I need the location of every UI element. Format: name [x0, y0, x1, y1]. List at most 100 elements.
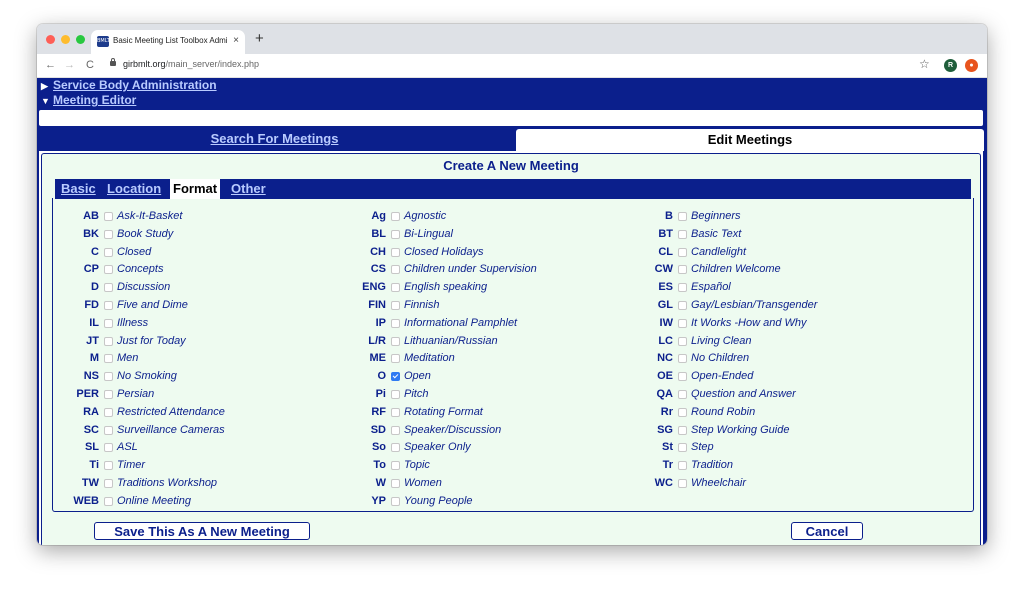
format-item[interactable]: TW Traditions Workshop	[63, 475, 343, 492]
format-item[interactable]: CH Closed Holidays	[350, 244, 630, 261]
format-item[interactable]: IW It Works -How and Why	[637, 315, 917, 332]
format-checkbox[interactable]	[104, 265, 113, 275]
format-checkbox[interactable]	[104, 283, 113, 293]
format-item[interactable]: JT Just for Today	[63, 333, 343, 350]
format-item[interactable]: WEB Online Meeting	[63, 493, 343, 510]
format-item[interactable]: So Speaker Only	[350, 439, 630, 456]
format-checkbox[interactable]	[678, 301, 687, 310]
format-checkbox[interactable]	[391, 479, 400, 488]
format-item[interactable]: CS Children under Supervision	[350, 261, 630, 278]
format-item[interactable]: BL Bi-Lingual	[350, 226, 630, 243]
format-item[interactable]: M Men	[63, 350, 343, 367]
format-item[interactable]: O Open	[350, 368, 630, 385]
format-item[interactable]: ENG English speaking	[350, 279, 630, 296]
format-checkbox[interactable]	[391, 212, 400, 221]
format-checkbox[interactable]	[104, 318, 113, 328]
format-checkbox[interactable]	[391, 425, 400, 435]
format-checkbox[interactable]	[104, 247, 113, 257]
format-checkbox[interactable]	[678, 247, 687, 257]
format-checkbox[interactable]	[678, 336, 687, 346]
format-item[interactable]: NS No Smoking	[63, 368, 343, 385]
meeting-editor-link[interactable]: ▼ Meeting Editor	[41, 93, 136, 107]
format-item[interactable]: SL ASL	[63, 439, 343, 456]
format-checkbox[interactable]	[104, 479, 113, 488]
format-checkbox[interactable]	[104, 425, 113, 435]
format-item[interactable]: SG Step Working Guide	[637, 422, 917, 439]
format-checkbox[interactable]	[678, 212, 687, 221]
service-body-admin-link[interactable]: ▶ Service Body Administration	[41, 78, 217, 92]
zoom-window-button[interactable]	[76, 35, 85, 44]
format-checkbox[interactable]	[104, 229, 113, 239]
format-checkbox[interactable]	[391, 496, 400, 506]
format-item[interactable]: BK Book Study	[63, 226, 343, 243]
close-tab-icon[interactable]: ×	[233, 35, 239, 47]
format-item[interactable]: IL Illness	[63, 315, 343, 332]
subtab-format[interactable]: Format	[170, 179, 221, 199]
format-checkbox[interactable]	[391, 461, 400, 471]
format-checkbox[interactable]	[678, 443, 687, 453]
format-item[interactable]: W Women	[350, 475, 630, 492]
format-checkbox[interactable]	[391, 372, 400, 382]
format-item[interactable]: CW Children Welcome	[637, 261, 917, 278]
format-item[interactable]: D Discussion	[63, 279, 343, 296]
format-checkbox[interactable]	[104, 461, 113, 471]
tab-edit-meetings[interactable]: Edit Meetings	[516, 129, 984, 151]
bookmark-star-icon[interactable]: ☆	[919, 57, 930, 71]
format-item[interactable]: To Topic	[350, 457, 630, 474]
format-checkbox[interactable]	[391, 354, 400, 364]
format-checkbox[interactable]	[104, 336, 113, 346]
minimize-window-button[interactable]	[61, 35, 70, 44]
subtab-other[interactable]: Other	[231, 179, 266, 199]
format-checkbox[interactable]	[104, 407, 113, 417]
format-checkbox[interactable]	[678, 318, 687, 328]
format-checkbox[interactable]	[391, 283, 400, 293]
format-item[interactable]: SD Speaker/Discussion	[350, 422, 630, 439]
format-item[interactable]: ES Español	[637, 279, 917, 296]
format-checkbox[interactable]	[391, 265, 400, 275]
cancel-button[interactable]: Cancel	[791, 522, 863, 540]
format-item[interactable]: B Beginners	[637, 208, 917, 225]
format-item[interactable]: QA Question and Answer	[637, 386, 917, 403]
format-item[interactable]: NC No Children	[637, 350, 917, 367]
format-item[interactable]: Ti Timer	[63, 457, 343, 474]
reload-icon[interactable]: C	[86, 58, 94, 72]
format-checkbox[interactable]	[104, 443, 113, 453]
lock-icon[interactable]	[110, 58, 116, 66]
format-checkbox[interactable]	[391, 247, 400, 257]
format-item[interactable]: PER Persian	[63, 386, 343, 403]
format-checkbox[interactable]	[678, 425, 687, 435]
format-item[interactable]: FD Five and Dime	[63, 297, 343, 314]
profile-avatar[interactable]: R	[944, 59, 957, 72]
format-checkbox[interactable]	[104, 301, 113, 310]
format-item[interactable]: St Step	[637, 439, 917, 456]
back-arrow-icon[interactable]: ←	[45, 58, 56, 72]
format-checkbox[interactable]	[678, 407, 687, 417]
format-item[interactable]: L/R Lithuanian/Russian	[350, 333, 630, 350]
address-bar[interactable]: girbmlt.org/main_server/index.php	[123, 59, 259, 69]
format-checkbox[interactable]	[678, 283, 687, 293]
format-item[interactable]: YP Young People	[350, 493, 630, 510]
new-tab-button[interactable]: +	[255, 31, 264, 47]
format-item[interactable]: AB Ask-It-Basket	[63, 208, 343, 225]
format-checkbox[interactable]	[391, 443, 400, 453]
format-item[interactable]: CL Candlelight	[637, 244, 917, 261]
format-checkbox[interactable]	[104, 390, 113, 399]
format-item[interactable]: Rr Round Robin	[637, 404, 917, 421]
format-checkbox[interactable]	[104, 372, 113, 382]
format-checkbox[interactable]	[391, 390, 400, 399]
browser-tab[interactable]: BMLT Basic Meeting List Toolbox Admi ×	[91, 30, 245, 54]
format-checkbox[interactable]	[104, 212, 113, 221]
format-checkbox[interactable]	[678, 461, 687, 471]
format-item[interactable]: WC Wheelchair	[637, 475, 917, 492]
format-checkbox[interactable]	[678, 372, 687, 382]
format-checkbox[interactable]	[104, 496, 113, 506]
format-item[interactable]: GL Gay/Lesbian/Transgender	[637, 297, 917, 314]
format-item[interactable]: C Closed	[63, 244, 343, 261]
format-item[interactable]: ME Meditation	[350, 350, 630, 367]
format-checkbox[interactable]	[678, 229, 687, 239]
extension-icon[interactable]: ●	[965, 59, 978, 72]
format-checkbox[interactable]	[391, 336, 400, 346]
format-checkbox[interactable]	[678, 265, 687, 275]
subtab-basic[interactable]: Basic	[61, 179, 96, 199]
format-checkbox[interactable]	[391, 229, 400, 239]
